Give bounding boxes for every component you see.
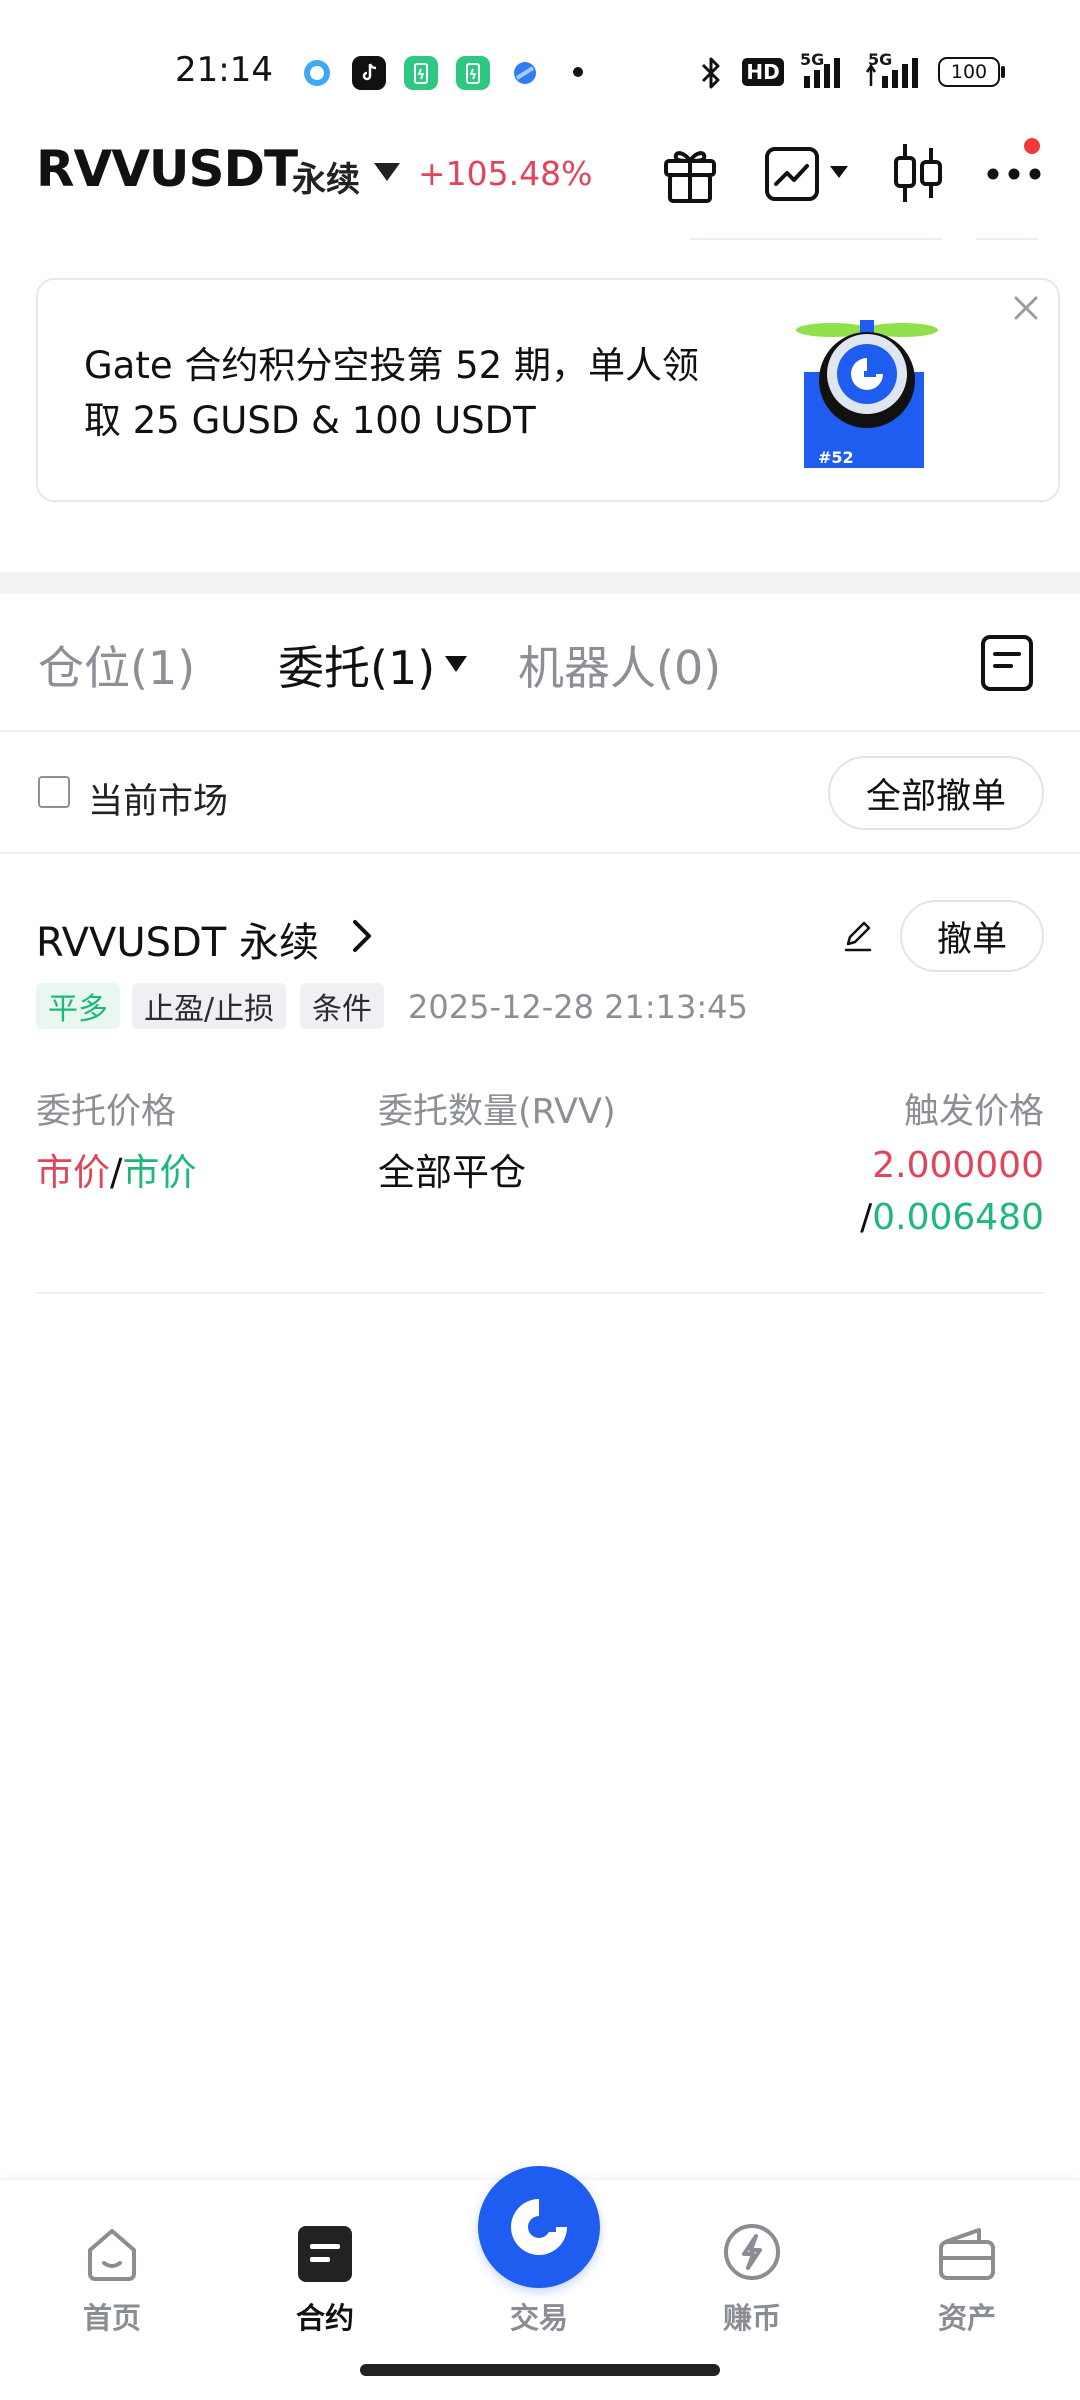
order-symbol[interactable]: RVVUSDT 永续	[36, 910, 319, 968]
battery-app-icon	[456, 56, 490, 90]
battery-icon: 100	[938, 57, 1000, 87]
notification-dot	[1024, 138, 1040, 154]
section-divider	[0, 572, 1080, 594]
tab-orders[interactable]: 委托(1)	[278, 632, 435, 698]
price-separator: /	[110, 1151, 123, 1194]
quantity-column-header: 委托数量(RVV)	[378, 1092, 616, 1132]
header-underline	[690, 238, 942, 240]
bluetooth-icon	[698, 55, 724, 95]
chart-icon[interactable]	[764, 146, 820, 206]
home-indicator[interactable]	[360, 2364, 720, 2376]
tiktok-icon	[352, 56, 386, 90]
earn-icon[interactable]	[722, 2222, 782, 2286]
battery-app-icon	[404, 56, 438, 90]
order-time: 2025-12-28 21:13:45	[408, 988, 748, 1026]
battery-tip	[1001, 66, 1005, 78]
tag-close-long: 平多	[36, 983, 120, 1029]
airdrop-illustration: #52	[794, 310, 940, 484]
tag-conditional: 条件	[300, 983, 384, 1029]
nav-assets-label[interactable]: 资产	[907, 2295, 1027, 2337]
caret-down-icon[interactable]	[374, 163, 400, 181]
banner-badge: #52	[818, 448, 854, 467]
pair-symbol[interactable]: RVVUSDT	[36, 140, 298, 198]
current-market-checkbox[interactable]	[38, 776, 70, 808]
signal-icon-2	[864, 58, 924, 94]
order-price-tp: 市价	[36, 1151, 110, 1194]
signal-icon	[800, 58, 846, 94]
divider	[0, 730, 1080, 732]
dot-icon	[573, 67, 583, 77]
nav-home-label[interactable]: 首页	[52, 2295, 172, 2337]
tab-bots[interactable]: 机器人(0)	[518, 632, 721, 698]
home-icon[interactable]	[82, 2223, 142, 2287]
chart-caret-icon[interactable]	[830, 166, 848, 178]
status-time: 21:14	[175, 50, 273, 90]
nav-futures-label[interactable]: 合约	[265, 2295, 385, 2337]
candlestick-icon[interactable]	[890, 140, 946, 210]
price-change: +105.48%	[418, 154, 593, 193]
trigger-separator: /	[860, 1197, 873, 1238]
order-quantity: 全部平仓	[378, 1151, 526, 1194]
nav-earn-label[interactable]: 赚币	[692, 2295, 812, 2337]
hd-badge: HD	[742, 58, 784, 86]
contract-type[interactable]: 永续	[292, 152, 360, 201]
cancel-all-button[interactable]: 全部撤单	[828, 756, 1044, 830]
trigger-price-sl-row: /0.006480	[860, 1197, 1044, 1238]
chevron-right-icon[interactable]	[350, 918, 374, 958]
promo-banner[interactable]: Gate 合约积分空投第 52 期，单人领取 25 GUSD & 100 USD…	[36, 278, 1060, 502]
order-price-sl: 市价	[122, 1151, 197, 1194]
gift-icon[interactable]	[660, 143, 720, 209]
close-icon[interactable]	[1008, 290, 1044, 326]
nav-trade-label[interactable]: 交易	[479, 2295, 599, 2337]
trigger-price-tp: 2.000000	[872, 1145, 1044, 1186]
cancel-order-label: 撤单	[936, 919, 1007, 960]
banner-text: Gate 合约积分空投第 52 期，单人领取 25 GUSD & 100 USD…	[84, 344, 699, 442]
trigger-column-header: 触发价格	[903, 1092, 1044, 1132]
app-icon	[508, 56, 542, 90]
cancel-order-button[interactable]: 撤单	[900, 900, 1044, 972]
caret-down-icon[interactable]	[445, 656, 467, 672]
current-market-label[interactable]: 当前市场	[88, 773, 228, 824]
order-price: 市价/市价	[36, 1142, 196, 1196]
trigger-price-sl: 0.006480	[872, 1197, 1044, 1238]
cancel-all-label: 全部撤单	[865, 776, 1006, 817]
qq-browser-icon	[300, 56, 334, 90]
price-column-header: 委托价格	[36, 1092, 177, 1132]
battery-level: 100	[950, 61, 988, 83]
history-document-icon[interactable]	[980, 634, 1034, 696]
futures-icon[interactable]	[298, 2226, 352, 2282]
divider	[36, 1292, 1044, 1294]
tag-tp-sl: 止盈/止损	[132, 983, 287, 1029]
gate-logo-icon[interactable]	[478, 2166, 600, 2288]
wallet-icon[interactable]	[937, 2224, 997, 2286]
header-underline-2	[976, 238, 1038, 240]
tab-positions[interactable]: 仓位(1)	[38, 632, 195, 698]
more-icon[interactable]	[986, 166, 1042, 185]
divider	[0, 852, 1080, 854]
edit-icon[interactable]	[840, 918, 876, 958]
